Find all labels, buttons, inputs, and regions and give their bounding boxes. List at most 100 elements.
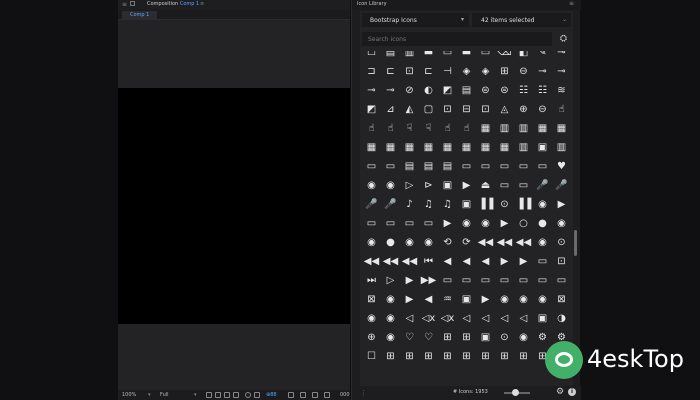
icon-tile[interactable]: ▦ [476, 138, 495, 157]
scrollbar[interactable] [573, 40, 577, 340]
icon-tile[interactable]: ◉ [381, 290, 400, 309]
icon-tile[interactable]: ▶ [495, 252, 514, 271]
icon-tile[interactable]: ◁x [438, 309, 457, 328]
icon-tile[interactable]: ▭ [495, 271, 514, 290]
search-input[interactable] [362, 32, 552, 46]
icon-tile[interactable]: ☐ [362, 347, 381, 366]
icon-tile[interactable]: ▭ [457, 271, 476, 290]
icon-tile[interactable]: ▣ [533, 138, 552, 157]
icon-tile[interactable]: ▭ [381, 157, 400, 176]
icon-tile[interactable]: ● [533, 214, 552, 233]
icon-tile[interactable]: ⊖ [533, 100, 552, 119]
icon-tile[interactable]: ⊞ [381, 347, 400, 366]
icon-tile[interactable]: ☝ [362, 119, 381, 138]
icon-tile[interactable]: ⊙ [495, 328, 514, 347]
icon-tile[interactable]: ▬ [419, 51, 438, 62]
icon-tile[interactable]: ⊐ [362, 62, 381, 81]
icon-tile[interactable]: ⊏ [381, 62, 400, 81]
render-icon[interactable] [312, 392, 318, 398]
icon-tile[interactable]: ⊞ [495, 347, 514, 366]
icon-tile[interactable]: ≋ [552, 81, 567, 100]
icon-tile[interactable]: ◀◀ [476, 233, 495, 252]
icon-tile[interactable]: ▶ [400, 271, 419, 290]
icon-tile[interactable]: ▭ [438, 51, 457, 62]
icon-tile[interactable]: ⊠ [552, 290, 567, 309]
drag-handle-icon[interactable]: ⋮ [360, 389, 367, 397]
icon-tile[interactable]: ◉ [362, 309, 381, 328]
channel-label[interactable]: ⊕88 [266, 392, 277, 398]
icon-tile[interactable]: ⟳ [457, 233, 476, 252]
icon-tile[interactable]: ◐ [419, 81, 438, 100]
icon-tile[interactable]: ◉ [495, 290, 514, 309]
icon-tile[interactable]: ▤ [419, 157, 438, 176]
icon-tile[interactable]: ◉ [552, 214, 567, 233]
icon-tile[interactable]: ⊳ [419, 176, 438, 195]
icon-tile[interactable]: ▶ [495, 214, 514, 233]
icon-tile[interactable]: ♫ [419, 195, 438, 214]
icon-tile[interactable]: ▥ [495, 119, 514, 138]
panel-menu-icon[interactable]: ≡ [122, 1, 127, 8]
icon-tile[interactable]: ▷ [400, 176, 419, 195]
icon-tile[interactable]: ◬ [495, 100, 514, 119]
icon-tile[interactable]: ▶ [476, 290, 495, 309]
icon-tile[interactable]: ♒ [438, 290, 457, 309]
icon-tile[interactable]: ▦ [362, 138, 381, 157]
icon-tile[interactable]: ◀◀ [514, 233, 533, 252]
icon-tile[interactable]: ◉ [362, 176, 381, 195]
icon-tile[interactable]: ⊏ [419, 62, 438, 81]
icon-tile[interactable]: ▢ [419, 100, 438, 119]
icon-tile[interactable]: ◉ [514, 328, 533, 347]
icon-tile[interactable]: ♡ [419, 328, 438, 347]
icon-tile[interactable]: ⊡ [400, 62, 419, 81]
icon-tile[interactable]: ▭ [381, 214, 400, 233]
panel-menu-icon[interactable]: ≡ [569, 0, 574, 7]
tab-menu-icon[interactable]: ≡ [200, 1, 204, 7]
icon-tile[interactable]: ⊟ [457, 100, 476, 119]
icon-tile[interactable]: ● [381, 233, 400, 252]
icon-tile[interactable]: ▤ [457, 81, 476, 100]
icon-tile[interactable]: ⏭ [362, 271, 381, 290]
icon-tile[interactable]: 🎤 [381, 195, 400, 214]
icon-tile[interactable]: ♪ [400, 195, 419, 214]
icon-tile[interactable]: ▐▐ [514, 195, 533, 214]
icon-tile[interactable]: ◈ [457, 62, 476, 81]
icon-tile[interactable]: ◁ [476, 309, 495, 328]
region-of-interest-icon[interactable] [206, 392, 212, 398]
icon-tile[interactable]: 🎤 [533, 176, 552, 195]
icon-tile[interactable]: ⊞ [438, 328, 457, 347]
slider-knob[interactable] [512, 389, 519, 396]
icon-tile[interactable]: ▥ [514, 138, 533, 157]
icon-tile[interactable]: ⊡ [552, 252, 567, 271]
icon-tile[interactable]: ◉ [381, 328, 400, 347]
icon-tile[interactable]: ▭ [514, 157, 533, 176]
icon-tile[interactable]: ▭ [400, 214, 419, 233]
icon-tile[interactable]: ▦ [381, 138, 400, 157]
icon-tile[interactable]: ▭ [514, 271, 533, 290]
icon-tile[interactable]: ☝ [438, 119, 457, 138]
icon-tile[interactable]: ☝ [457, 119, 476, 138]
icon-tile[interactable]: ▦ [533, 119, 552, 138]
icon-tile[interactable]: ▦ [438, 138, 457, 157]
color-icon[interactable] [245, 392, 251, 398]
resolution-select[interactable]: Full [160, 392, 169, 398]
info-icon[interactable]: i [568, 388, 576, 396]
icon-tile[interactable]: ⊞ [457, 347, 476, 366]
search-settings-icon[interactable]: ⛭ [558, 34, 569, 45]
composition-viewer[interactable] [118, 88, 350, 324]
guides-icon[interactable] [233, 392, 239, 398]
icon-tile[interactable]: ▥ [552, 138, 567, 157]
icon-tile[interactable]: ☷ [514, 81, 533, 100]
icon-tile[interactable]: ♫ [438, 195, 457, 214]
icon-tile[interactable]: ▦ [457, 138, 476, 157]
timecode[interactable]: 000 [340, 392, 350, 398]
icon-tile[interactable]: ⊿ [381, 100, 400, 119]
icon-tile[interactable]: ▭ [438, 271, 457, 290]
icon-tile[interactable]: ⊣ [438, 62, 457, 81]
icon-tile[interactable]: ✎ [533, 51, 552, 62]
icon-tile[interactable]: ⊡ [476, 100, 495, 119]
icon-tile[interactable]: ◩ [362, 100, 381, 119]
icon-tile[interactable]: ◁ [400, 309, 419, 328]
icon-tile[interactable]: ▤ [438, 157, 457, 176]
icon-tile[interactable]: ◉ [419, 233, 438, 252]
icon-tile[interactable]: ▣ [457, 195, 476, 214]
